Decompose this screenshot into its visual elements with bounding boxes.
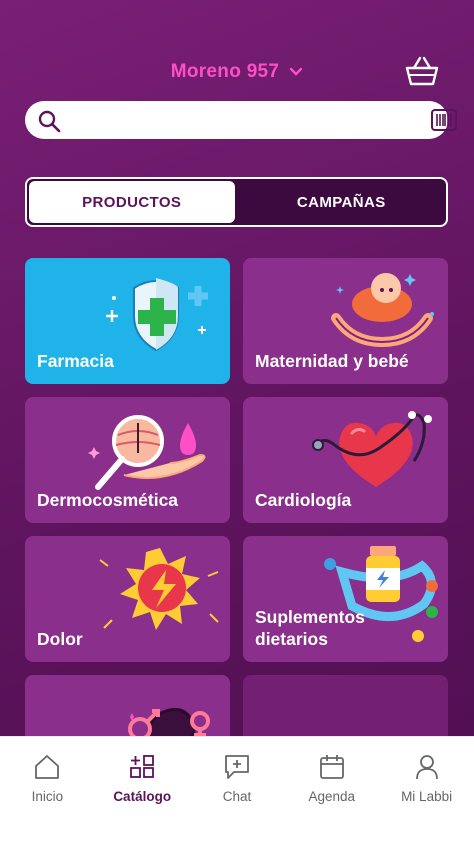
category-label: Dolor (37, 629, 83, 649)
category-dolor[interactable]: Dolor (25, 536, 230, 662)
calendar-icon (319, 755, 344, 779)
pharmacy-shield-icon (106, 278, 208, 352)
category-label-line1: Suplementos (255, 607, 365, 627)
nav-chat[interactable]: Chat (190, 737, 285, 842)
catalog-grid-icon (130, 755, 155, 778)
catalog-tabs: PRODUCTOS CAMPAÑAS (25, 177, 448, 227)
skin-magnifier-icon (88, 415, 206, 490)
category-suplementos[interactable]: Suplementos dietarios (243, 536, 448, 662)
nav-inicio[interactable]: Inicio (0, 737, 95, 842)
nav-mi-labbi[interactable]: Mi Labbi (379, 737, 474, 842)
gender-symbols-icon (128, 707, 210, 743)
category-label: Dermocosmética (37, 490, 179, 510)
nav-catalogo[interactable]: Catálogo (95, 737, 190, 842)
bottom-nav: Inicio Catálogo Chat Agenda Mi Labbi (0, 736, 474, 842)
category-label: Farmacia (37, 351, 114, 371)
nav-label: Catálogo (113, 789, 172, 804)
home-icon (35, 755, 60, 779)
nav-label: Chat (222, 789, 252, 804)
heart-stethoscope-icon (312, 411, 432, 487)
tab-campanas[interactable]: CAMPAÑAS (239, 181, 445, 223)
nav-agenda[interactable]: Agenda (284, 737, 379, 842)
chat-icon (225, 755, 249, 779)
search-icon[interactable] (37, 109, 61, 133)
nav-label: Agenda (308, 789, 356, 804)
category-label: Maternidad y bebé (255, 351, 409, 371)
user-icon (415, 755, 438, 780)
category-label: Cardiología (255, 490, 352, 510)
tab-productos[interactable]: PRODUCTOS (29, 181, 235, 223)
barcode-icon[interactable] (431, 109, 457, 131)
search-input[interactable] (73, 105, 413, 135)
pain-lightning-icon (99, 548, 219, 630)
category-farmacia[interactable]: Farmacia (25, 258, 230, 384)
nav-label: Inicio (31, 789, 64, 804)
nav-label: Mi Labbi (401, 789, 453, 804)
basket-icon[interactable] (404, 54, 440, 88)
category-label: Suplementos dietarios (255, 606, 365, 650)
category-maternidad[interactable]: Maternidad y bebé (243, 258, 448, 384)
category-label-line2: dietarios (255, 629, 328, 649)
category-cardiologia[interactable]: Cardiología (243, 397, 448, 523)
location-selector[interactable]: Moreno 957 (0, 58, 474, 86)
chevron-down-icon (290, 67, 303, 76)
category-dermocosmetica[interactable]: Dermocosmética (25, 397, 230, 523)
search-bar[interactable] (25, 101, 457, 139)
baby-hands-icon (331, 273, 434, 348)
location-label: Moreno 957 (170, 61, 280, 82)
